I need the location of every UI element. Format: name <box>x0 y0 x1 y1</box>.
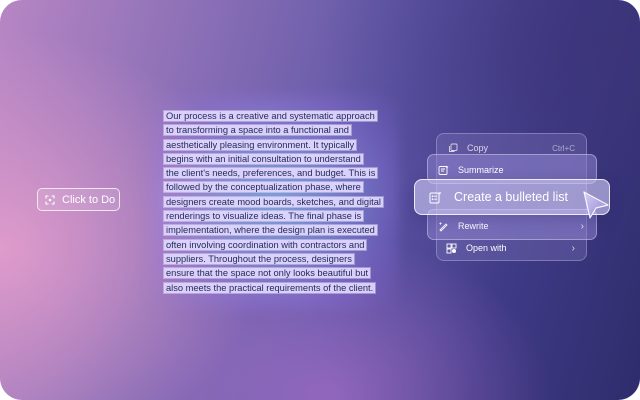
text-line: suppliers. Throughout the process, desig… <box>164 253 354 264</box>
text-line: designers create mood boards, sketches, … <box>164 196 383 207</box>
selected-text-block[interactable]: Our process is a creative and systematic… <box>164 109 386 295</box>
click-to-do-button[interactable]: Click to Do <box>37 188 120 211</box>
menu-item-label: Create a bulleted list <box>454 190 568 204</box>
text-line: renderings to visualize ideas. The final… <box>164 211 364 222</box>
text-line: Our process is a creative and systematic… <box>164 111 377 121</box>
click-to-do-label: Click to Do <box>62 193 116 206</box>
menu-item-label: Open with <box>466 243 507 253</box>
copy-icon <box>447 143 458 154</box>
menu-item-summarize-row: Summarize <box>428 163 596 177</box>
open-with-icon <box>446 243 457 254</box>
text-line: begins with an initial consultation to u… <box>164 153 363 164</box>
menu-item-label: Copy <box>467 143 489 153</box>
text-line: also meets the practical requirements of… <box>164 282 376 293</box>
text-line: to transforming a space into a functiona… <box>164 125 351 136</box>
menu-item-open-with[interactable]: Open with › <box>436 236 587 260</box>
shortcut-text: Ctrl+C <box>552 143 575 153</box>
mouse-cursor-icon <box>583 191 609 219</box>
text-line: implementation, where the design plan is… <box>164 225 377 236</box>
text-line: followed by the conceptualization phase,… <box>164 182 363 193</box>
summarize-icon <box>438 165 449 176</box>
menu-item-label: Rewrite <box>458 221 489 231</box>
chevron-right-icon: › <box>571 242 575 254</box>
text-line: aesthetically pleasing environment. It t… <box>164 139 357 150</box>
click-to-do-icon <box>45 194 55 205</box>
bulleted-list-icon <box>429 191 442 204</box>
menu-item-rewrite-row: Rewrite › <box>428 219 596 233</box>
desktop-background: Click to Do Our process is a creative an… <box>0 0 640 400</box>
rewrite-icon <box>438 221 449 232</box>
text-line: the client's needs, preferences, and bud… <box>164 168 378 179</box>
menu-item-open-with-row: Open with › <box>436 241 587 255</box>
text-line: ensure that the space not only looks bea… <box>164 268 371 279</box>
menu-item-label: Summarize <box>458 165 504 175</box>
text-line: often involving coordination with contra… <box>164 239 367 250</box>
